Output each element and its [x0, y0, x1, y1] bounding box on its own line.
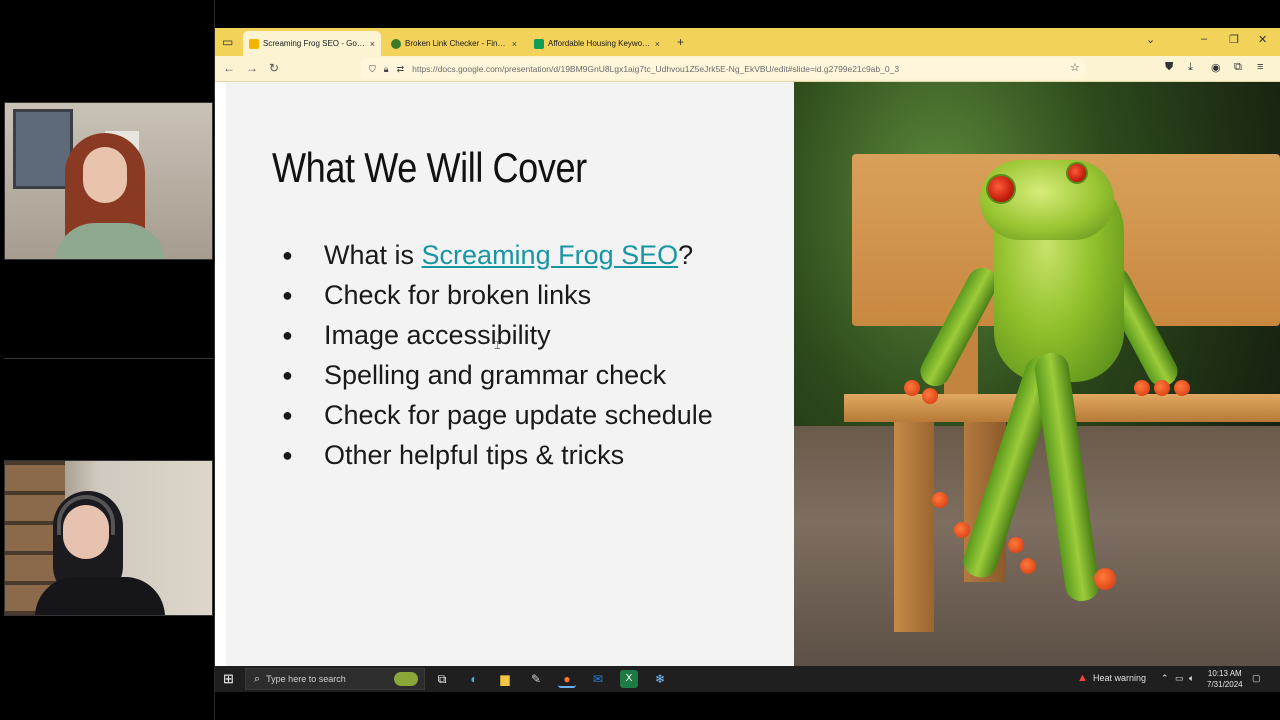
back-icon[interactable]: ←	[223, 61, 235, 75]
close-window-icon[interactable]: ✕	[1258, 33, 1267, 46]
frog-toe	[922, 388, 938, 404]
close-icon[interactable]: ×	[512, 39, 517, 49]
bullet-item: Check for broken links	[280, 275, 713, 315]
clock-time: 10:13 AM	[1207, 669, 1242, 678]
extensions-icon[interactable]: ⧉	[1234, 61, 1242, 74]
bullet-item: What is Screaming Frog SEO?	[280, 235, 713, 275]
video-call-panel	[0, 0, 215, 720]
excel-icon[interactable]: X	[620, 670, 638, 688]
participant-video-2[interactable]	[4, 460, 213, 616]
close-icon[interactable]: ×	[655, 39, 660, 49]
frog-on-bench-image	[794, 82, 1280, 666]
bookmark-star-icon[interactable]: ☆	[1070, 61, 1080, 74]
tab-label: Screaming Frog SEO - Google Sl	[263, 39, 366, 48]
slide-title: What We Will Cover	[272, 144, 587, 191]
bullet-text: What is	[324, 240, 422, 270]
frog-toe	[904, 380, 920, 396]
participant-2-shirt	[35, 577, 165, 615]
navigation-bar: ← → ↻ ⛉ 🔒︎ ⇄ https://docs.google.com/pre…	[215, 56, 1280, 82]
account-icon[interactable]: ◉	[1211, 61, 1221, 74]
browser-window: ▭ Screaming Frog SEO - Google Sl × Broke…	[215, 28, 1280, 666]
screaming-frog-link[interactable]: Screaming Frog SEO	[422, 240, 679, 270]
heat-warning-icon[interactable]: ▲	[1077, 672, 1088, 684]
frog-toe	[1134, 380, 1150, 396]
tab-broken-link-checker[interactable]: Broken Link Checker - Find Bro ×	[385, 31, 523, 56]
taskbar: ⊞ ⌕ Type here to search ⧉ ◐ ▆ ✎ ● ✉ X ❄ …	[215, 666, 1280, 692]
list-all-tabs-icon[interactable]: ⌄	[1146, 33, 1155, 46]
firefox-icon[interactable]: ●	[558, 670, 576, 688]
app-icon[interactable]: ✎	[527, 670, 545, 688]
download-icon[interactable]: ⤓	[1188, 61, 1193, 74]
frog-toe	[932, 492, 948, 508]
close-icon[interactable]: ×	[370, 39, 375, 49]
tab-screaming-frog-slides[interactable]: Screaming Frog SEO - Google Sl ×	[243, 31, 381, 56]
google-slides-icon	[249, 38, 259, 49]
image-ground	[794, 426, 1280, 666]
bullet-item: Other helpful tips & tricks	[280, 435, 713, 475]
presentation-slide: What We Will Cover What is Screaming Fro…	[226, 82, 1280, 666]
frog-toe	[1174, 380, 1190, 396]
participant-video-1[interactable]	[4, 102, 213, 260]
edge-icon[interactable]: ◐	[465, 670, 483, 688]
network-icon[interactable]: ▭	[1175, 673, 1184, 684]
google-sheets-icon	[534, 38, 544, 49]
slide-text-area: What We Will Cover What is Screaming Fro…	[226, 82, 794, 666]
restore-icon[interactable]: ❐	[1229, 33, 1239, 46]
frog-toe	[1008, 537, 1024, 553]
taskbar-search[interactable]: ⌕ Type here to search	[245, 668, 425, 690]
tab-overview-icon[interactable]: ▭	[222, 34, 233, 50]
frog-toe	[1020, 558, 1036, 574]
search-icon: ⌕	[254, 672, 261, 685]
minimize-icon[interactable]: –	[1201, 33, 1207, 45]
bullet-list: What is Screaming Frog SEO? Check for br…	[280, 235, 713, 475]
text-cursor-icon: ⌶	[494, 340, 501, 352]
frog-eye	[986, 174, 1016, 204]
screen: ▭ Screaming Frog SEO - Google Sl × Broke…	[0, 0, 1280, 720]
reload-icon[interactable]: ↻	[269, 61, 279, 75]
video-divider	[4, 358, 213, 359]
frog-toe	[1094, 568, 1116, 590]
snip-tool-icon[interactable]: ❄	[651, 670, 669, 688]
search-highlight-icon	[394, 672, 418, 686]
windows-start-icon[interactable]: ⊞	[223, 671, 234, 687]
volume-icon[interactable]: 🔈︎	[1189, 673, 1194, 684]
lock-icon[interactable]: 🔒︎	[384, 64, 389, 75]
tab-label: Affordable Housing Keyword L	[548, 39, 651, 48]
heat-warning-text[interactable]: Heat warning	[1093, 673, 1146, 683]
participant-1-face	[83, 147, 127, 203]
task-view-icon[interactable]: ⧉	[433, 670, 451, 688]
frog-eye	[1066, 162, 1088, 184]
participant-1-person	[55, 133, 165, 259]
menu-icon[interactable]: ≡	[1257, 61, 1263, 73]
clock[interactable]: 10:13 AM 7/31/2024	[1207, 668, 1243, 690]
outlook-icon[interactable]: ✉	[589, 670, 607, 688]
file-explorer-icon[interactable]: ▆	[496, 670, 514, 688]
bullet-item: Check for page update schedule	[280, 395, 713, 435]
tray-overflow-icon[interactable]: ⌃	[1161, 673, 1169, 684]
bench-leg	[894, 422, 934, 632]
permissions-icon[interactable]: ⇄	[397, 64, 405, 75]
frog-toe	[1154, 380, 1170, 396]
tab-label: Broken Link Checker - Find Bro	[405, 39, 508, 48]
frog-toe	[954, 522, 970, 538]
address-bar[interactable]: ⛉ 🔒︎ ⇄ https://docs.google.com/presentat…	[361, 59, 1085, 79]
clock-date: 7/31/2024	[1207, 680, 1243, 689]
new-tab-icon[interactable]: +	[677, 34, 684, 50]
broken-link-checker-icon	[391, 38, 401, 49]
url-text[interactable]: https://docs.google.com/presentation/d/1…	[412, 64, 899, 74]
bullet-item: Spelling and grammar check	[280, 355, 713, 395]
pocket-icon[interactable]: ⛊	[1165, 61, 1173, 74]
tab-bar: ▭ Screaming Frog SEO - Google Sl × Broke…	[215, 28, 1280, 56]
tab-affordable-housing-sheet[interactable]: Affordable Housing Keyword L ×	[528, 31, 666, 56]
search-placeholder: Type here to search	[266, 674, 346, 684]
shield-icon[interactable]: ⛉	[369, 64, 376, 75]
bullet-text: ?	[678, 240, 694, 270]
notification-icon[interactable]: ▢	[1252, 673, 1261, 684]
participant-2-person	[35, 491, 165, 615]
forward-icon[interactable]: →	[246, 61, 258, 75]
